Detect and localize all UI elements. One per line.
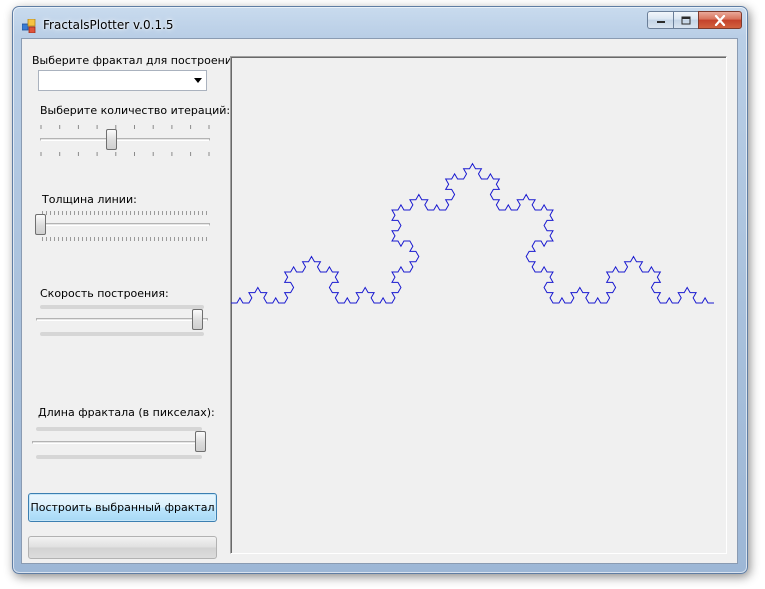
- client-area: Выберите фрактал для построения Выберите…: [21, 38, 738, 564]
- speed-ticks-bottom: [40, 332, 204, 336]
- length-ticks-bottom: [36, 455, 202, 459]
- minimize-button[interactable]: [647, 11, 673, 29]
- window-title: FractalsPlotter v.0.1.5: [43, 18, 174, 32]
- build-fractal-button[interactable]: Построить выбранный фрактал: [28, 493, 217, 522]
- chevron-down-icon: [194, 78, 202, 83]
- build-progress-bar: [28, 536, 217, 559]
- fractal-canvas[interactable]: [230, 56, 727, 554]
- length-track: [32, 441, 206, 444]
- speed-thumb[interactable]: [192, 309, 203, 330]
- app-window: FractalsPlotter v.0.1.5 Выберите фрактал…: [12, 6, 748, 574]
- speed-track: [36, 318, 208, 321]
- speed-ticks-top: [40, 305, 204, 309]
- thickness-ticks-bottom: [42, 237, 208, 241]
- fractal-select[interactable]: [38, 70, 207, 91]
- close-icon: [714, 14, 726, 26]
- length-ticks-top: [36, 427, 202, 431]
- iterations-label: Выберите количество итераций:: [40, 104, 231, 117]
- fractal-app-icon: [22, 19, 36, 33]
- iterations-ticks-top: [40, 125, 210, 129]
- speed-label: Скорость построения:: [40, 287, 169, 300]
- iterations-track: [40, 138, 210, 141]
- maximize-button[interactable]: [673, 11, 698, 29]
- minimize-icon: [656, 21, 665, 23]
- maximize-icon: [681, 16, 691, 24]
- thickness-ticks-top: [42, 211, 208, 215]
- length-thumb[interactable]: [195, 431, 206, 452]
- thickness-track: [40, 223, 210, 226]
- thickness-label: Толщина линии:: [42, 193, 137, 206]
- koch-curve-path: [231, 162, 714, 304]
- length-label: Длина фрактала (в пикселах):: [38, 406, 215, 419]
- close-button[interactable]: [698, 11, 742, 29]
- iterations-thumb[interactable]: [106, 129, 117, 150]
- caption-buttons: [647, 11, 742, 29]
- thickness-thumb[interactable]: [35, 214, 46, 235]
- fractal-select-label: Выберите фрактал для построения: [32, 54, 239, 67]
- title-bar[interactable]: FractalsPlotter v.0.1.5: [13, 7, 747, 38]
- iterations-ticks-bottom: [40, 152, 210, 156]
- koch-curve: [231, 162, 714, 304]
